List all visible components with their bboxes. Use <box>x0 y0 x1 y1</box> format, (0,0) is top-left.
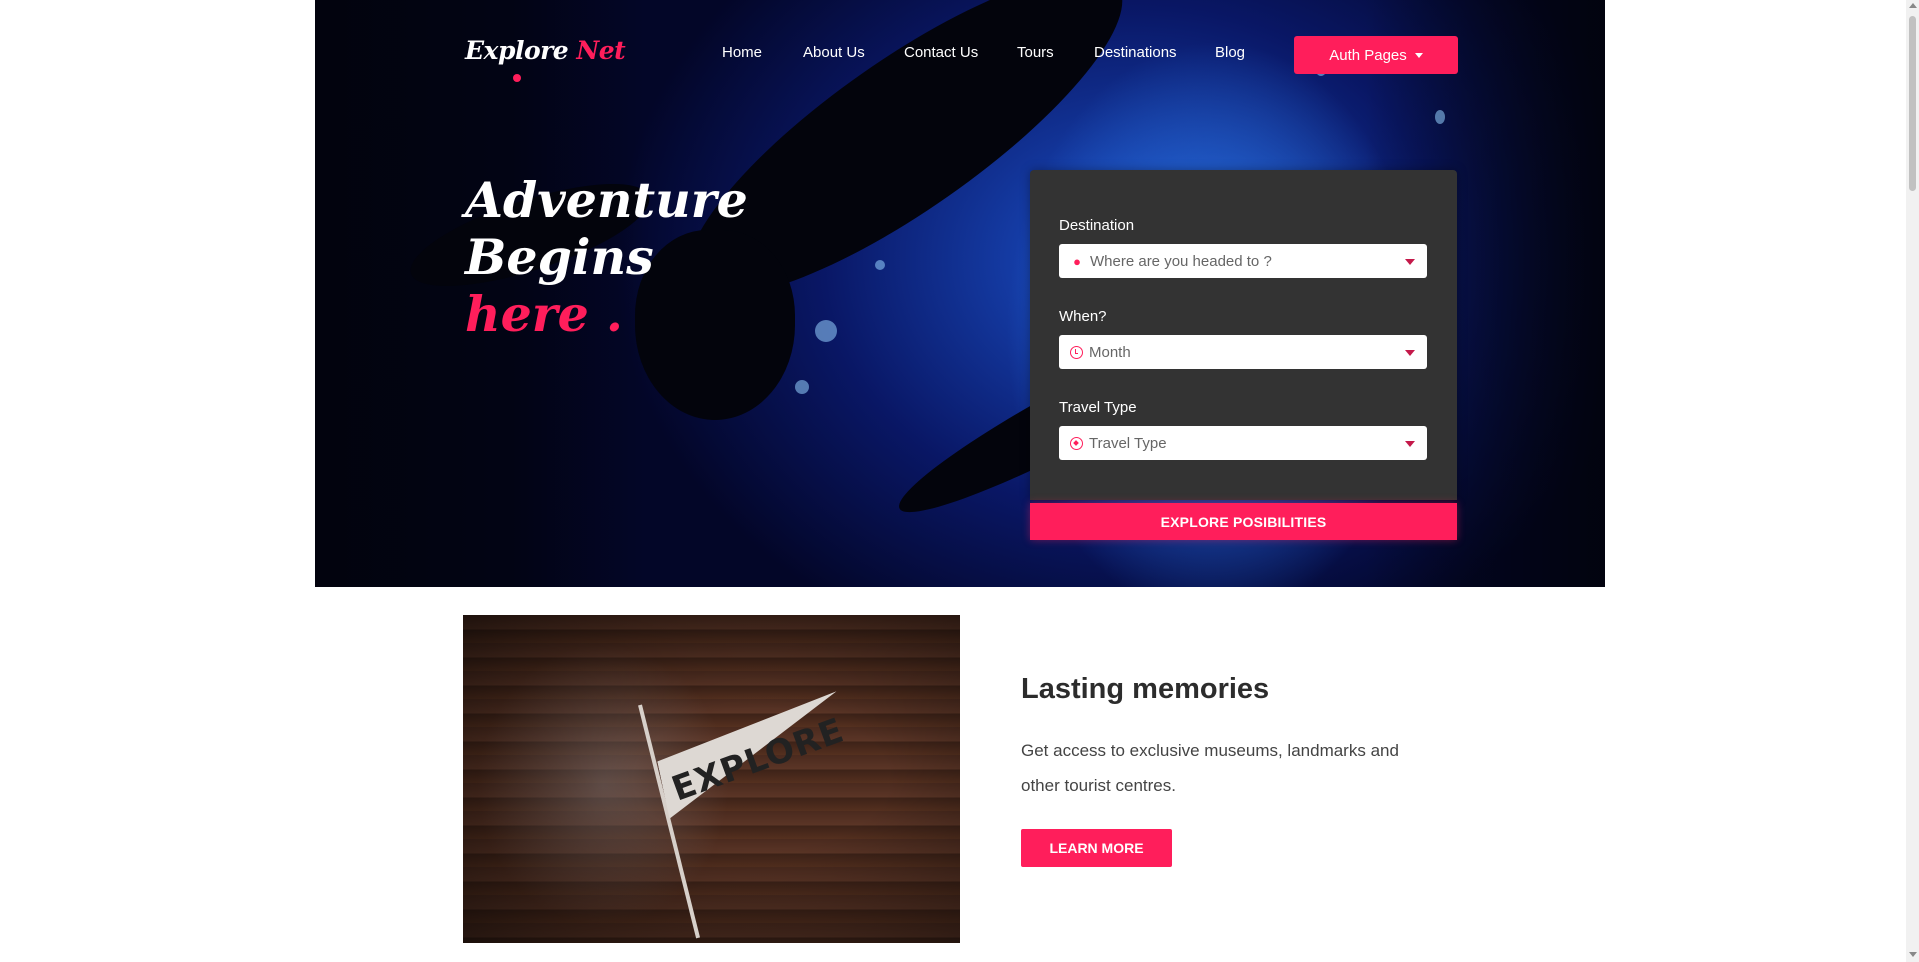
nav-tours[interactable]: Tours <box>1017 44 1054 61</box>
chevron-down-icon <box>1405 350 1415 356</box>
page-scrollbar[interactable] <box>1906 0 1919 962</box>
brand-logo[interactable]: Explore Net <box>465 36 626 65</box>
hero-headline: Adventure Begins here . <box>465 172 748 343</box>
explore-possibilities-button[interactable]: EXPLORE POSIBILITIES <box>1030 503 1457 540</box>
bubble <box>1435 110 1445 124</box>
compass-icon <box>1070 436 1083 450</box>
bubble <box>875 260 885 270</box>
travel-type-label: Travel Type <box>1059 399 1137 416</box>
search-panel: Destination ● Where are you headed to ? … <box>1030 170 1457 500</box>
when-select[interactable]: Month <box>1059 335 1427 369</box>
scroll-thumb[interactable] <box>1909 16 1916 191</box>
travel-type-value: Travel Type <box>1089 434 1167 452</box>
scroll-down-icon[interactable] <box>1909 952 1917 957</box>
destination-value: Where are you headed to ? <box>1090 252 1272 270</box>
clock-icon <box>1070 345 1083 359</box>
chevron-down-icon <box>1405 259 1415 265</box>
nav-destinations[interactable]: Destinations <box>1094 44 1177 61</box>
auth-pages-label: Auth Pages <box>1329 46 1407 64</box>
map-marker-icon: ● <box>1073 253 1081 269</box>
learn-more-button[interactable]: LEARN MORE <box>1021 829 1172 867</box>
nav-home[interactable]: Home <box>722 44 762 61</box>
brand-accent: Net <box>576 36 626 65</box>
logo-dot-icon <box>513 74 521 82</box>
headline-line-3: here . <box>465 285 623 343</box>
nav-contact-us[interactable]: Contact Us <box>904 44 978 61</box>
when-value: Month <box>1089 343 1131 361</box>
caret-down-icon <box>1414 52 1423 58</box>
headline-line-2: Begins <box>465 228 654 286</box>
chevron-down-icon <box>1405 441 1415 447</box>
pennant-pole <box>638 704 701 939</box>
scroll-up-icon[interactable] <box>1909 3 1917 8</box>
travel-type-select[interactable]: Travel Type <box>1059 426 1427 460</box>
nav-blog[interactable]: Blog <box>1215 44 1245 61</box>
headline-line-1: Adventure <box>465 171 748 229</box>
destination-select[interactable]: ● Where are you headed to ? <box>1059 244 1427 278</box>
feature-title: Lasting memories <box>1021 673 1270 705</box>
feature-description: Get access to exclusive museums, landmar… <box>1021 741 1399 795</box>
nav-about-us[interactable]: About Us <box>803 44 865 61</box>
page: Explore Net Home About Us Contact Us Tou… <box>0 0 1919 962</box>
bubble <box>795 380 809 394</box>
explore-pennant-image: EXPLORE <box>463 615 960 943</box>
when-label: When? <box>1059 308 1107 325</box>
brand-name: Explore <box>465 36 569 65</box>
auth-pages-dropdown[interactable]: Auth Pages <box>1294 36 1458 74</box>
bubble <box>815 320 837 342</box>
destination-label: Destination <box>1059 217 1135 234</box>
